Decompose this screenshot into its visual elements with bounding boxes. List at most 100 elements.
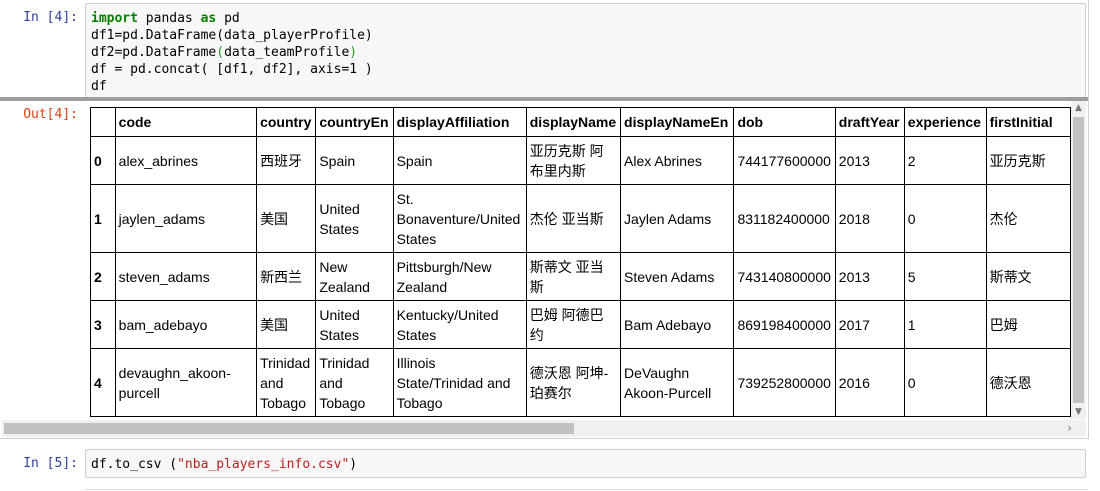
row-index: 2 [90,252,116,301]
table-cell: 斯蒂文 亚当斯 [525,252,622,301]
table-cell: Bam Adebayo [620,300,735,349]
table-cell: Steven Adams [620,252,735,301]
table-cell: 亚历克斯 阿布里内斯 [525,136,622,185]
table-cell: 739252800000 [733,348,836,417]
column-header: code [114,107,258,137]
column-header: country [256,107,317,137]
table-cell: 杰伦 [985,184,1071,253]
table-cell: 869198400000 [733,300,836,349]
table-cell: 2017 [834,300,905,349]
table-cell: 831182400000 [733,184,836,253]
cell-right-border [1088,0,1089,438]
code-module-name: pandas [145,11,193,26]
table-cell: 744177600000 [733,136,836,185]
table-row: 0 alex_abrines 西班牙 Spain Spain 亚历克斯 阿布里内… [90,136,1071,185]
table-cell: New Zealand [315,252,394,301]
code-line-3a: df2=pd.DataFrame [91,45,217,60]
table-cell: alex_abrines [114,136,258,185]
code-line-2: df1=pd.DataFrame(data_playerProfile) [91,28,373,43]
table-cell: Trinidad and Tobago [315,348,394,417]
table-header-row: code country countryEn displayAffiliatio… [90,107,1071,137]
table-cell: 西班牙 [256,136,317,185]
table-cell: 2016 [834,348,905,417]
table-cell: 杰伦 亚当斯 [525,184,622,253]
table-cell: 美国 [256,300,317,349]
vertical-scroll-thumb[interactable] [1073,117,1084,403]
table-cell: devaughn_akoon-purcell [114,348,258,417]
table-cell: Trinidad and Tobago [256,348,317,417]
code-call: df.to_csv ( [91,457,178,472]
table-row: 1 jaylen_adams 美国 United States St. Bona… [90,184,1071,253]
horizontal-scroll-thumb[interactable] [4,423,574,434]
dataframe-output-area[interactable]: code country countryEn displayAffiliatio… [85,101,1071,419]
code-as-keyword: as [200,11,217,26]
scroll-down-arrow-icon[interactable]: ▼ [1071,405,1086,419]
table-row: 3 bam_adebayo 美国 United States Kentucky/… [90,300,1071,349]
scroll-right-arrow-icon[interactable]: › [1067,420,1072,437]
table-cell: 德沃恩 阿坤-珀赛尔 [525,348,622,417]
table-cell: 德沃恩 [985,348,1071,417]
table-cell: Spain [392,136,527,185]
scroll-up-arrow-icon[interactable]: ▲ [1071,101,1086,115]
table-cell: 2 [903,136,987,185]
table-cell: 2018 [834,184,905,253]
cell-4-input-prompt: In [4]: [23,10,78,25]
table-cell: United States [315,184,394,253]
table-cell: St. Bonaventure/United States [392,184,527,253]
table-cell: 5 [903,252,987,301]
code-string-literal: "nba_players_info.csv" [177,457,350,472]
code-call-close: ) [349,457,358,472]
column-header: displayAffiliation [392,107,527,137]
table-cell: Kentucky/United States [392,300,527,349]
dataframe-table: code country countryEn displayAffiliatio… [90,107,1071,417]
table-cell: 巴姆 [985,300,1071,349]
code-alias: pd [224,11,240,26]
code-import-keyword: import [91,11,138,26]
column-header: displayName [525,107,622,137]
table-cell: DeVaughn Akoon-Purcell [620,348,735,417]
table-row: 4 devaughn_akoon-purcell Trinidad and To… [90,348,1071,417]
table-cell: jaylen_adams [114,184,258,253]
column-header: draftYear [834,107,905,137]
table-cell: 美国 [256,184,317,253]
column-header: firstInitial [985,107,1071,137]
table-cell: 斯蒂文 [985,252,1071,301]
table-cell: 2013 [834,252,905,301]
column-header: countryEn [315,107,394,137]
table-cell: Illinois State/Trinidad and Tobago [392,348,527,417]
table-cell: Pittsburgh/New Zealand [392,252,527,301]
table-cell: Alex Abrines [620,136,735,185]
table-cell: United States [315,300,394,349]
table-cell: bam_adebayo [114,300,258,349]
cell-5-code-editor[interactable]: df.to_csv ("nba_players_info.csv") [85,449,1086,478]
column-header: displayNameEn [620,107,735,137]
code-line-4: df = pd.concat( [df1, df2], axis=1 ) [91,62,373,77]
table-cell: 新西兰 [256,252,317,301]
row-index: 0 [90,136,116,185]
row-index: 1 [90,184,116,253]
cell-5-input-prompt: In [5]: [23,456,78,471]
table-cell: 0 [903,348,987,417]
column-header: experience [903,107,987,137]
table-cell: 1 [903,300,987,349]
code-line-5: df [91,79,107,94]
column-header: dob [733,107,836,137]
cell-bottom-border [0,438,1089,439]
code-line-3b: data_teamProfile [224,45,350,60]
code-paren-open: ( [216,45,225,60]
table-cell: 0 [903,184,987,253]
table-cell: Jaylen Adams [620,184,735,253]
vertical-scrollbar[interactable]: ▲ ▼ [1071,101,1086,419]
table-cell: 743140800000 [733,252,836,301]
table-cell: steven_adams [114,252,258,301]
index-header [90,107,116,137]
table-cell: 2013 [834,136,905,185]
next-cell-edge [85,489,1088,490]
table-cell: 亚历克斯 [985,136,1071,185]
row-index: 4 [90,348,116,417]
code-paren-close: ) [349,45,358,60]
cell-4-output-prompt: Out[4]: [23,107,78,122]
cell-4-code-editor[interactable]: import pandas as pd df1=pd.DataFrame(dat… [85,3,1086,98]
horizontal-scrollbar[interactable]: › [2,420,1086,437]
table-row: 2 steven_adams 新西兰 New Zealand Pittsburg… [90,252,1071,301]
